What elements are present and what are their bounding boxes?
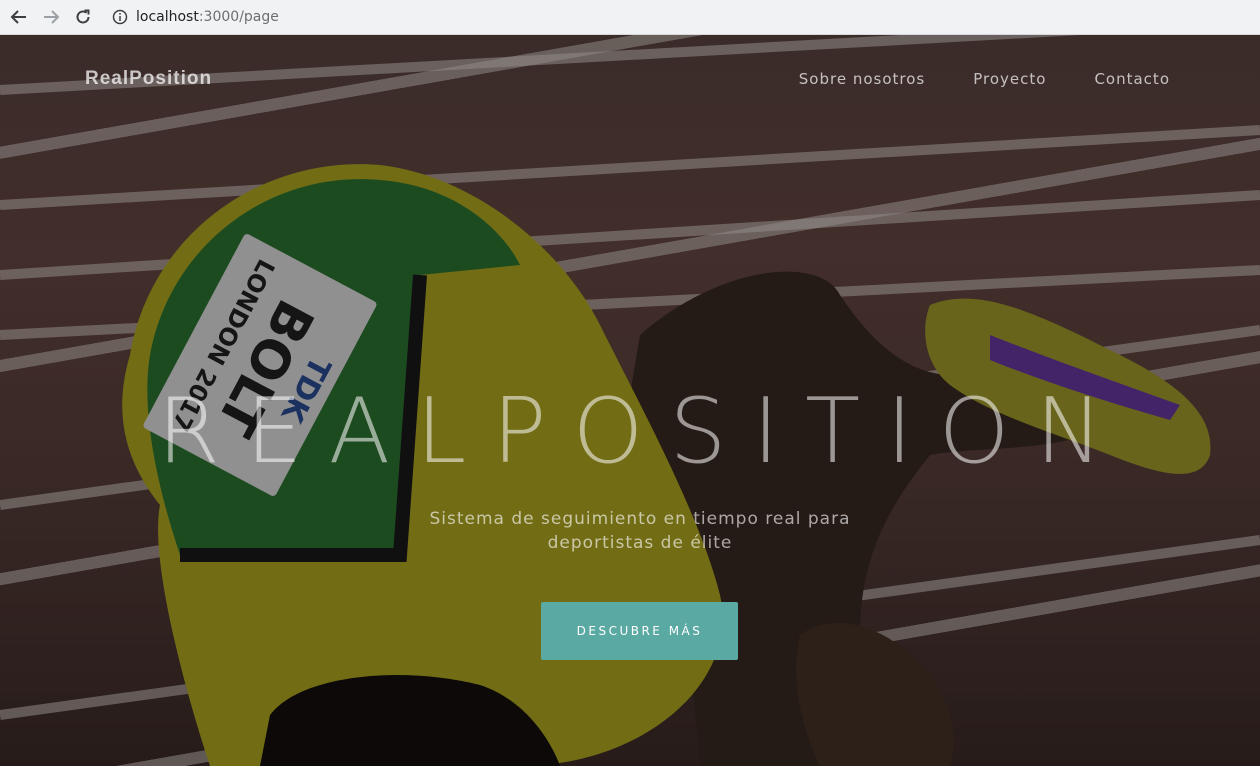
main-nav: Sobre nosotros Proyecto Contacto [799, 70, 1170, 88]
back-arrow-icon[interactable] [8, 6, 30, 28]
info-icon[interactable] [112, 9, 128, 25]
brand-logo[interactable]: RealPosition [85, 68, 212, 90]
forward-arrow-icon[interactable] [40, 6, 62, 28]
nav-link-proyecto[interactable]: Proyecto [973, 70, 1046, 88]
url-path: :3000/page [198, 9, 279, 25]
reload-icon[interactable] [72, 6, 94, 28]
browser-toolbar: localhost:3000/page [0, 0, 1260, 35]
hero-subtitle: Sistema de seguimiento en tiempo real pa… [429, 509, 851, 553]
url-host: localhost [136, 9, 199, 25]
hero-title: REALPOSITION [157, 379, 1129, 484]
nav-link-contacto[interactable]: Contacto [1094, 70, 1170, 88]
nav-link-sobre-nosotros[interactable]: Sobre nosotros [799, 70, 925, 88]
hero-section: LONDON 2017 BOLT TDK RealPosition Sobre … [0, 35, 1260, 766]
address-bar[interactable]: localhost:3000/page [112, 4, 279, 30]
descubre-mas-button[interactable]: DESCUBRE MÁS [541, 602, 738, 660]
